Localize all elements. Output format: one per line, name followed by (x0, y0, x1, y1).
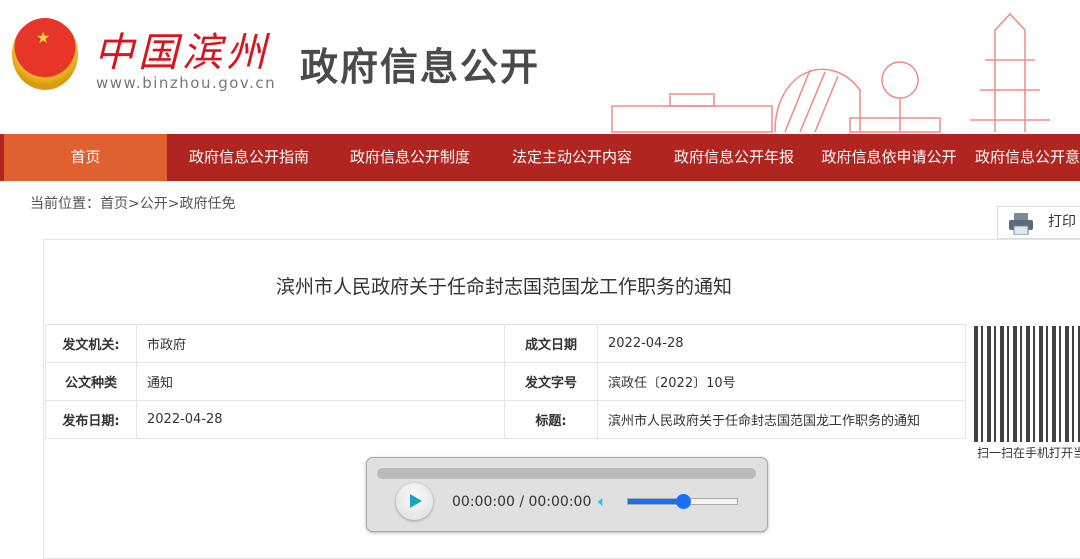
qr-caption: 扫一扫在手机打开当前页 (977, 446, 1080, 460)
meta-value: 2022-04-28 (597, 324, 966, 363)
volume-knob[interactable] (675, 494, 691, 509)
volume-fill (628, 499, 683, 504)
audio-time: 00:00:00 / 00:00:00 (452, 494, 592, 510)
print-button[interactable]: 打印 (997, 206, 1080, 239)
national-emblem-logo: ★ (12, 18, 78, 90)
meta-value: 市政府 (136, 324, 505, 363)
meta-value: 滨政任〔2022〕10号 (597, 362, 966, 401)
meta-value: 滨州市人民政府关于任命封志国范国龙工作职务的通知 (597, 400, 966, 439)
table-row: 公文种类 通知 发文字号 滨政任〔2022〕10号 (45, 362, 966, 401)
nav-guide[interactable]: 政府信息公开指南 (167, 134, 331, 181)
meta-key: 成文日期 (504, 324, 598, 363)
printer-icon (1009, 213, 1033, 235)
play-button[interactable] (396, 483, 433, 520)
nav-home[interactable]: 首页 (4, 134, 167, 181)
page-title: 政府信息公开 (300, 45, 541, 89)
audio-player: 00:00:00 / 00:00:00 🔈︎ (366, 457, 768, 532)
document-title: 滨州市人民政府关于任命封志国范国龙工作职务的通知 (275, 276, 732, 298)
nav-annual-report[interactable]: 政府信息公开年报 (655, 134, 813, 181)
meta-key: 发布日期: (45, 400, 137, 439)
breadcrumb[interactable]: 当前位置：首页>公开>政府任免 (30, 193, 235, 213)
nav-on-request[interactable]: 政府信息依申请公开 (813, 134, 965, 181)
nav-system[interactable]: 政府信息公开制度 (331, 134, 489, 181)
meta-key: 发文机关: (45, 324, 137, 363)
city-skyline-banner (611, 12, 1050, 133)
volume-slider[interactable] (627, 494, 738, 509)
nav-feedback[interactable]: 政府信息公开意见箱 (965, 134, 1080, 181)
meta-value: 2022-04-28 (136, 400, 505, 439)
meta-key: 标题: (504, 400, 598, 439)
site-url: www.binzhou.gov.cn (96, 74, 277, 92)
volume-icon[interactable]: 🔈︎ (598, 494, 606, 510)
print-label: 打印 (1048, 214, 1076, 230)
table-row: 发布日期: 2022-04-28 标题: 滨州市人民政府关于任命封志国范国龙工作… (45, 400, 966, 439)
document-meta-table: 发文机关: 市政府 成文日期 2022-04-28 公文种类 通知 发文字号 滨… (45, 324, 966, 439)
site-brand-logo[interactable]: 中国滨州 (94, 20, 270, 78)
audio-progress-bar[interactable] (377, 468, 756, 479)
table-row: 发文机关: 市政府 成文日期 2022-04-28 (45, 324, 966, 363)
site-header: ★ 中国滨州 www.binzhou.gov.cn 政府信息公开 (0, 0, 1080, 134)
qr-code (974, 326, 1080, 442)
nav-statutory-content[interactable]: 法定主动公开内容 (489, 134, 655, 181)
meta-key: 发文字号 (504, 362, 598, 401)
meta-key: 公文种类 (45, 362, 137, 401)
meta-value: 通知 (136, 362, 505, 401)
main-nav: 首页 政府信息公开指南 政府信息公开制度 法定主动公开内容 政府信息公开年报 政… (0, 134, 1080, 181)
